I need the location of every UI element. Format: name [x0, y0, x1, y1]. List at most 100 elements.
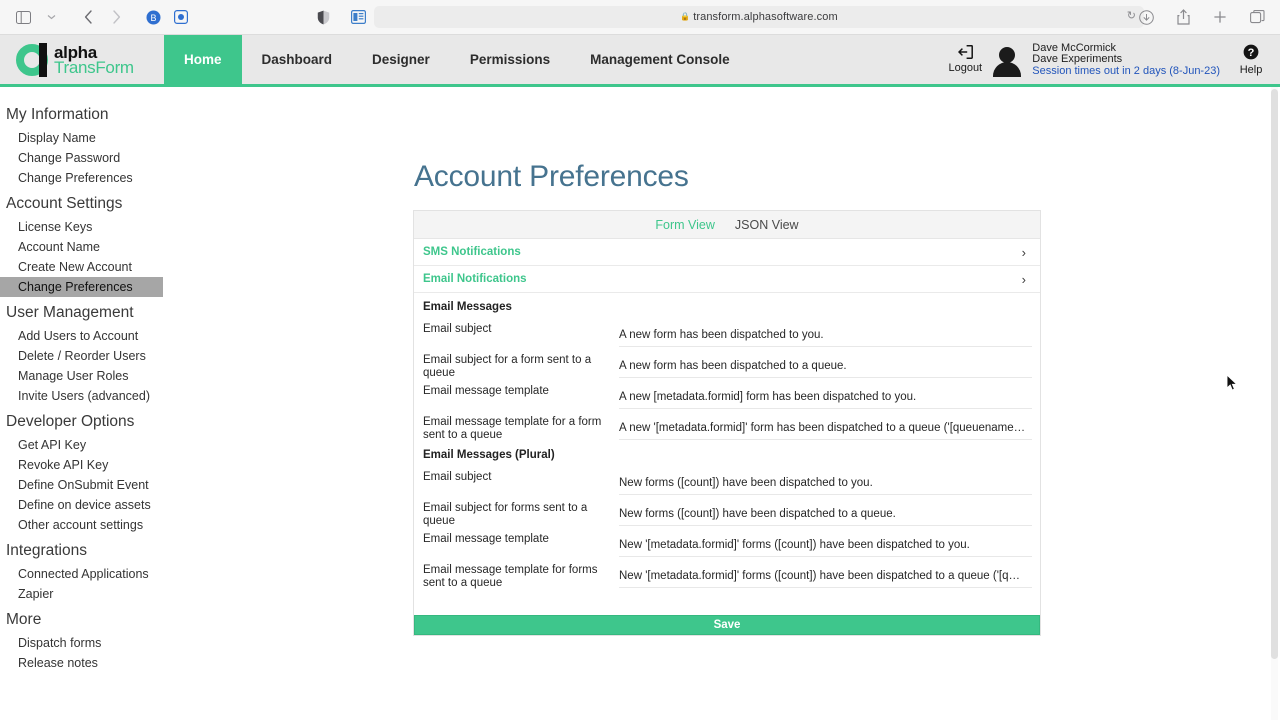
- page-scrollbar-thumb[interactable]: [1271, 89, 1278, 659]
- page-scrollbar[interactable]: [1271, 87, 1278, 720]
- field-label: Email message template: [423, 385, 549, 397]
- main-content: Account Preferences Form View JSON View …: [200, 87, 1280, 720]
- field-row[interactable]: Email subject for a form sent to a queue…: [414, 348, 1040, 379]
- sidebar-item-zapier[interactable]: Zapier: [0, 584, 200, 604]
- back-arrow-icon[interactable]: [75, 5, 101, 29]
- sidebar-item-change-password[interactable]: Change Password: [0, 148, 200, 168]
- preferences-card: Form View JSON View SMS Notifications › …: [413, 210, 1041, 636]
- field-value[interactable]: New forms ([count]) have been dispatched…: [619, 465, 1032, 495]
- tab-form-view[interactable]: Form View: [655, 218, 715, 232]
- field-label: Email message template: [423, 533, 549, 545]
- forward-arrow-icon[interactable]: [103, 5, 129, 29]
- view-tabs: Form View JSON View: [414, 211, 1040, 239]
- field-value[interactable]: New '[metadata.formid]' forms ([count]) …: [619, 558, 1032, 588]
- sidebar-item-define-on-device-assets[interactable]: Define on device assets: [0, 495, 200, 515]
- browser-page-tools: [310, 5, 371, 29]
- field-label: Email message template for forms sent to…: [423, 564, 598, 589]
- sidebar-item-define-onsubmit-event[interactable]: Define OnSubmit Event: [0, 475, 200, 495]
- logo-wordmark: alpha TransForm: [54, 44, 134, 77]
- field-row[interactable]: Email message template A new [metadata.f…: [414, 379, 1040, 410]
- sidebar-item-account-name[interactable]: Account Name: [0, 237, 200, 257]
- field-row-clipped[interactable]: [414, 589, 1040, 615]
- help-label: Help: [1239, 63, 1263, 76]
- accordion-sms-notifications[interactable]: SMS Notifications ›: [414, 239, 1040, 266]
- field-row[interactable]: Email message template New '[metadata.fo…: [414, 527, 1040, 558]
- screenshot-extension-icon[interactable]: [168, 5, 194, 29]
- field-value[interactable]: A new [metadata.formid] form has been di…: [619, 379, 1032, 409]
- nav-item-designer[interactable]: Designer: [352, 35, 450, 84]
- tab-overview-icon[interactable]: [1244, 5, 1270, 29]
- tab-json-view[interactable]: JSON View: [735, 218, 799, 232]
- app-header: alpha TransForm Home Dashboard Designer …: [0, 35, 1280, 87]
- sidebar-item-connected-applications[interactable]: Connected Applications: [0, 564, 200, 584]
- sidebar-item-other-account-settings[interactable]: Other account settings: [0, 515, 200, 535]
- download-icon[interactable]: [1133, 5, 1159, 29]
- sidebar-group-account-settings: Account Settings: [6, 195, 123, 212]
- field-label: Email subject for forms sent to a queue: [423, 502, 588, 527]
- field-row[interactable]: Email subject A new form has been dispat…: [414, 317, 1040, 348]
- url-text: transform.alphasoftware.com: [693, 11, 838, 23]
- field-value[interactable]: A new form has been dispatched to a queu…: [619, 348, 1032, 378]
- logo-transform-text: TransForm: [54, 57, 134, 77]
- field-value[interactable]: A new '[metadata.formid]' form has been …: [619, 410, 1032, 440]
- share-icon[interactable]: [1170, 5, 1196, 29]
- sidebar-item-dispatch-forms[interactable]: Dispatch forms: [0, 633, 200, 653]
- reader-view-icon[interactable]: [345, 5, 371, 29]
- save-button[interactable]: Save: [414, 615, 1040, 635]
- user-info: Dave McCormick Dave Experiments Session …: [1032, 42, 1220, 78]
- field-value[interactable]: A new form has been dispatched to you.: [619, 317, 1032, 347]
- section-heading-email-messages-plural: Email Messages (Plural): [423, 449, 555, 461]
- sidebar-item-display-name[interactable]: Display Name: [0, 128, 200, 148]
- nav-item-management-console[interactable]: Management Console: [570, 35, 750, 84]
- sidebar-group-user-management: User Management: [6, 304, 134, 321]
- accordion-sms-notifications-label: SMS Notifications: [423, 246, 521, 258]
- sidebar-item-manage-user-roles[interactable]: Manage User Roles: [0, 366, 200, 386]
- sidebar-item-add-users-to-account[interactable]: Add Users to Account: [0, 326, 200, 346]
- accordion-email-notifications[interactable]: Email Notifications ›: [414, 266, 1040, 293]
- logout-button[interactable]: Logout: [942, 45, 988, 74]
- help-button[interactable]: ? Help: [1234, 44, 1268, 76]
- bitwarden-extension-icon[interactable]: B: [140, 5, 166, 29]
- sidebar-item-invite-users-advanced[interactable]: Invite Users (advanced): [0, 386, 200, 406]
- nav-item-home[interactable]: Home: [164, 35, 242, 84]
- sidebar-item-license-keys[interactable]: License Keys: [0, 217, 200, 237]
- sidebar-group-my-information: My Information: [6, 106, 109, 123]
- chevron-right-icon: ›: [1021, 271, 1026, 287]
- session-timeout-link[interactable]: Session times out in 2 days (8-Jun-23): [1032, 65, 1220, 78]
- chevron-down-icon[interactable]: [38, 5, 64, 29]
- logout-label: Logout: [948, 62, 983, 74]
- nav-item-permissions[interactable]: Permissions: [450, 35, 570, 84]
- sidebar-item-delete-reorder-users[interactable]: Delete / Reorder Users: [0, 346, 200, 366]
- field-row[interactable]: Email subject New forms ([count]) have b…: [414, 465, 1040, 496]
- sidebar-item-change-preferences-my-info[interactable]: Change Preferences: [0, 168, 200, 188]
- new-tab-icon[interactable]: [1207, 5, 1233, 29]
- sidebar-toggle-icon[interactable]: [10, 5, 36, 29]
- field-label: [423, 589, 619, 608]
- privacy-shield-icon[interactable]: [310, 5, 336, 29]
- field-row[interactable]: Email message template for a form sent t…: [414, 410, 1040, 441]
- field-value[interactable]: New forms ([count]) have been dispatched…: [619, 496, 1032, 526]
- field-row[interactable]: Email subject for forms sent to a queue …: [414, 496, 1040, 527]
- sidebar-item-change-preferences-account[interactable]: Change Preferences: [0, 277, 163, 297]
- nav-item-dashboard[interactable]: Dashboard: [242, 35, 353, 84]
- address-bar[interactable]: 🔒 transform.alphasoftware.com ↻: [374, 6, 1144, 28]
- accordion-email-notifications-label: Email Notifications: [423, 273, 527, 285]
- sidebar-item-release-notes[interactable]: Release notes: [0, 653, 200, 673]
- main-navigation: Home Dashboard Designer Permissions Mana…: [164, 35, 750, 84]
- sidebar-item-revoke-api-key[interactable]: Revoke API Key: [0, 455, 200, 475]
- field-value[interactable]: [619, 589, 1032, 615]
- avatar[interactable]: [990, 43, 1024, 77]
- browser-actions: [1133, 5, 1270, 29]
- preferences-panel: Account Preferences Form View JSON View …: [413, 160, 1041, 636]
- field-row[interactable]: Email message template for forms sent to…: [414, 558, 1040, 589]
- app-logo[interactable]: alpha TransForm: [0, 35, 164, 84]
- email-notifications-form[interactable]: Email Messages Email subject A new form …: [414, 293, 1040, 615]
- sidebar-item-create-new-account[interactable]: Create New Account: [0, 257, 200, 277]
- browser-nav-controls: B: [10, 5, 194, 29]
- field-value[interactable]: New '[metadata.formid]' forms ([count]) …: [619, 527, 1032, 557]
- sidebar-group-more: More: [6, 611, 42, 628]
- sidebar-item-get-api-key[interactable]: Get API Key: [0, 435, 200, 455]
- logout-icon: [957, 45, 973, 61]
- sidebar-group-integrations: Integrations: [6, 542, 87, 559]
- page-title: Account Preferences: [414, 160, 689, 193]
